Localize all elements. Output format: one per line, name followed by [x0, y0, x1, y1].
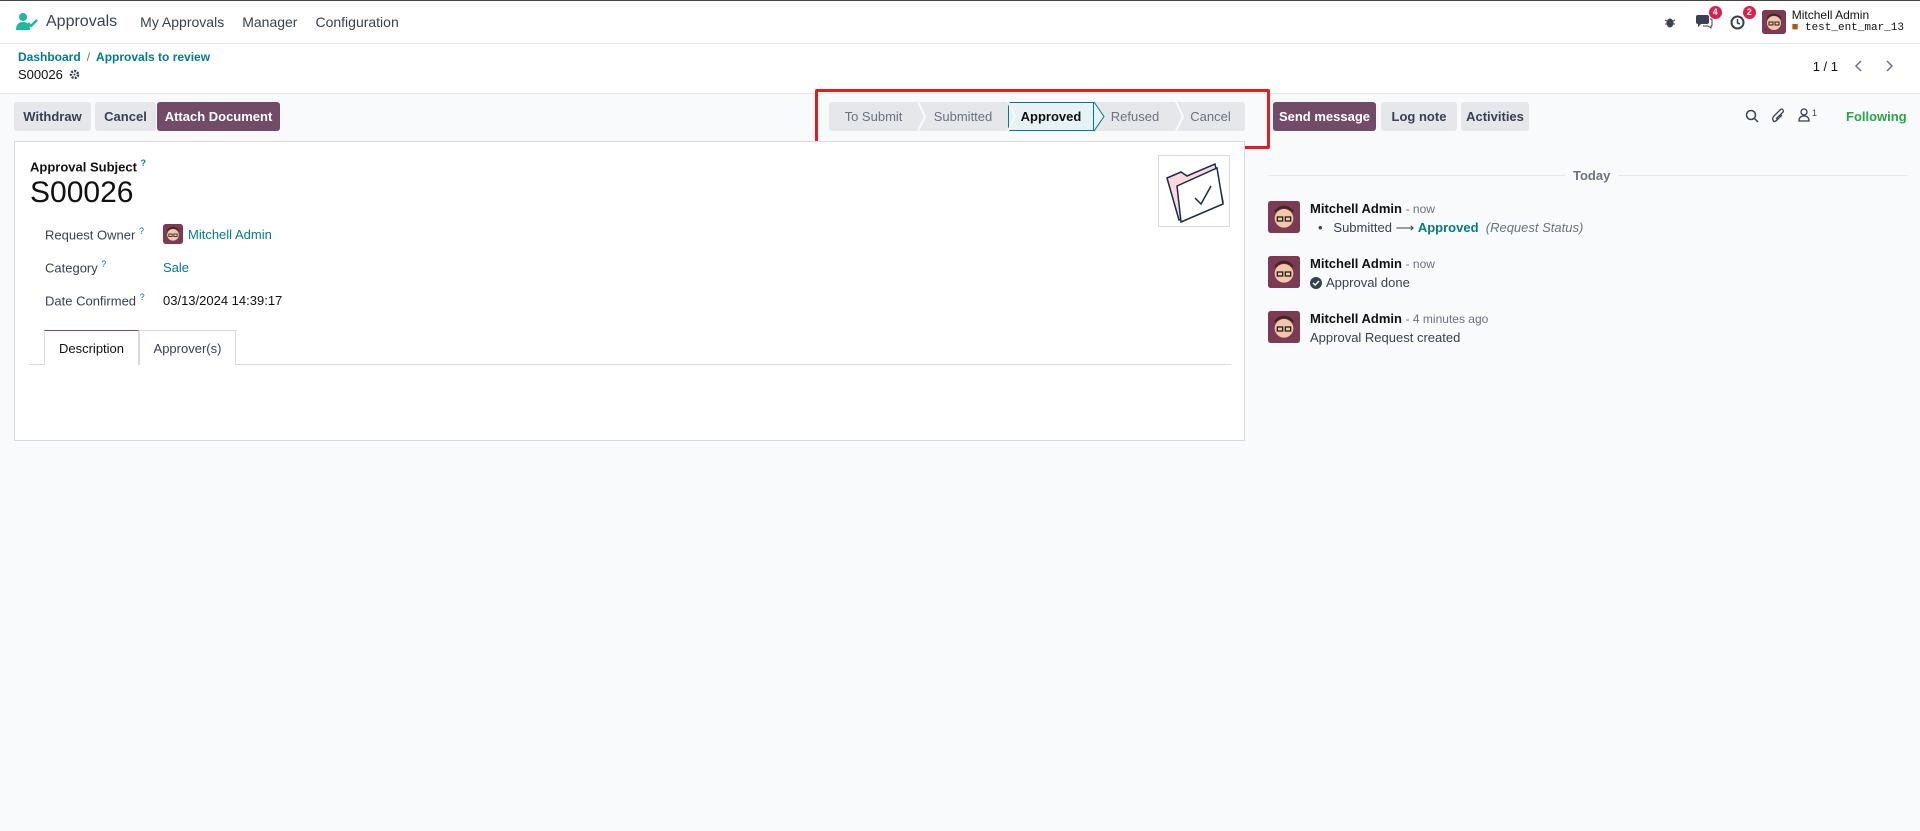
- date-confirmed-value: 03/13/2024 14:39:17: [163, 293, 283, 308]
- date-confirmed-label-text: Date Confirmed: [45, 293, 137, 309]
- pager-previous-icon[interactable]: [1846, 56, 1870, 76]
- messages-count-badge: 4: [1708, 6, 1722, 19]
- record-name: S00026: [18, 67, 63, 82]
- breadcrumb-dashboard[interactable]: Dashboard: [18, 50, 81, 64]
- message-time: - now: [1405, 257, 1435, 271]
- following-button[interactable]: Following: [1846, 109, 1907, 124]
- help-tooltip[interactable]: ?: [101, 259, 106, 269]
- tracking-change: • Submitted ⟶ Approved (Request Status): [1318, 220, 1583, 236]
- message-author[interactable]: Mitchell Admin - now: [1310, 256, 1435, 271]
- message-avatar[interactable]: [1268, 256, 1300, 288]
- paperclip-icon[interactable]: [1771, 108, 1785, 127]
- debug-bug-icon[interactable]: [1660, 12, 1680, 32]
- pager-next-icon[interactable]: [1878, 56, 1902, 76]
- followers-button[interactable]: 1: [1798, 108, 1817, 122]
- cancel-button[interactable]: Cancel: [95, 102, 156, 131]
- tracking-new-value: Approved: [1417, 220, 1479, 235]
- messages-icon[interactable]: 4: [1694, 6, 1722, 32]
- approval-image[interactable]: [1158, 155, 1230, 227]
- follower-count: 1: [1812, 108, 1818, 118]
- withdraw-button[interactable]: Withdraw: [14, 102, 91, 131]
- approval-subject-label: Approval Subject ?: [30, 158, 146, 174]
- date-confirmed-label: Date Confirmed ?: [45, 292, 145, 308]
- activities-button[interactable]: Activities: [1461, 102, 1529, 131]
- arrow-right-icon: ⟶: [1395, 220, 1415, 235]
- breadcrumb: Dashboard / Approvals to review: [18, 50, 1902, 64]
- user-name: Mitchell Admin: [1791, 8, 1870, 22]
- gear-icon[interactable]: [69, 69, 80, 80]
- owner-avatar: [163, 224, 183, 244]
- form-sheet: Approval Subject ? S00026 Request Owner …: [14, 141, 1245, 441]
- message-author-name[interactable]: Mitchell Admin: [1310, 201, 1402, 216]
- send-message-button[interactable]: Send message: [1273, 102, 1376, 131]
- tab-description[interactable]: Description: [44, 330, 139, 365]
- menu-configuration[interactable]: Configuration: [315, 14, 398, 30]
- message-text: Approval done: [1326, 275, 1410, 290]
- message-body: Approval done: [1310, 275, 1410, 290]
- message-time: - 4 minutes ago: [1405, 312, 1489, 326]
- control-panel: Dashboard / Approvals to review S00026 1…: [0, 44, 1920, 94]
- category-label: Category ?: [45, 259, 106, 275]
- message-author[interactable]: Mitchell Admin - 4 minutes ago: [1310, 311, 1488, 326]
- tab-approvers[interactable]: Approver(s): [139, 330, 236, 365]
- folder-check-icon: [1166, 162, 1224, 224]
- message-author-name[interactable]: Mitchell Admin: [1310, 311, 1402, 326]
- approval-subject-value[interactable]: S00026: [30, 176, 133, 210]
- log-note-button[interactable]: Log note: [1381, 102, 1457, 131]
- tracking-old-value: Submitted: [1333, 220, 1392, 235]
- database-label: test_ent_mar_13: [1804, 22, 1904, 34]
- request-owner-value[interactable]: Mitchell Admin: [188, 227, 272, 242]
- breadcrumb-approvals-to-review[interactable]: Approvals to review: [96, 50, 210, 64]
- message-time: - now: [1405, 202, 1435, 216]
- bullet: •: [1318, 220, 1323, 235]
- pager-value[interactable]: 1 / 1: [1813, 59, 1838, 74]
- highlight-box: [815, 89, 1270, 149]
- app-brand[interactable]: Approvals: [16, 12, 117, 32]
- category-value[interactable]: Sale: [163, 260, 189, 275]
- help-tooltip[interactable]: ?: [140, 292, 145, 302]
- help-tooltip[interactable]: ?: [139, 226, 144, 236]
- help-tooltip[interactable]: ?: [141, 158, 147, 168]
- message-avatar[interactable]: [1268, 201, 1300, 233]
- search-icon[interactable]: [1745, 109, 1759, 126]
- request-owner-label-text: Request Owner: [45, 227, 136, 243]
- record-name-row: S00026: [18, 67, 1902, 82]
- database-name: ■ test_ent_mar_13: [1792, 22, 1904, 35]
- tracking-field: (Request Status): [1485, 220, 1584, 235]
- activity-clock-icon[interactable]: 2: [1728, 6, 1756, 32]
- date-separator: Today: [1565, 168, 1619, 183]
- message-author-name[interactable]: Mitchell Admin: [1310, 256, 1402, 271]
- approval-subject-label-text: Approval Subject: [30, 159, 137, 175]
- menu-manager[interactable]: Manager: [242, 14, 297, 30]
- user-menu[interactable]: Mitchell Admin ■ test_ent_mar_13: [1761, 8, 1904, 35]
- message-avatar[interactable]: [1268, 311, 1300, 343]
- breadcrumb-separator: /: [86, 50, 91, 64]
- person-icon: [1798, 108, 1810, 122]
- message-author[interactable]: Mitchell Admin - now: [1310, 201, 1435, 216]
- attach-document-button[interactable]: Attach Document: [157, 102, 280, 131]
- notebook-tabs: Description Approver(s): [29, 330, 1231, 365]
- app-name: Approvals: [46, 13, 118, 30]
- user-avatar: [1761, 10, 1786, 34]
- menu-my-approvals[interactable]: My Approvals: [140, 14, 224, 30]
- activity-count-badge: 2: [1742, 6, 1756, 19]
- category-label-text: Category: [45, 260, 98, 276]
- request-owner-label: Request Owner ?: [45, 226, 144, 242]
- message-body: Approval Request created: [1310, 330, 1461, 345]
- pager: 1 / 1: [1813, 56, 1902, 76]
- check-circle-icon: [1310, 276, 1322, 289]
- request-owner-field[interactable]: Mitchell Admin: [163, 224, 272, 244]
- approvals-app-icon: [16, 13, 38, 30]
- database-icon: ■: [1791, 22, 1799, 34]
- top-navbar: Approvals My Approvals Manager Configura…: [0, 0, 1920, 44]
